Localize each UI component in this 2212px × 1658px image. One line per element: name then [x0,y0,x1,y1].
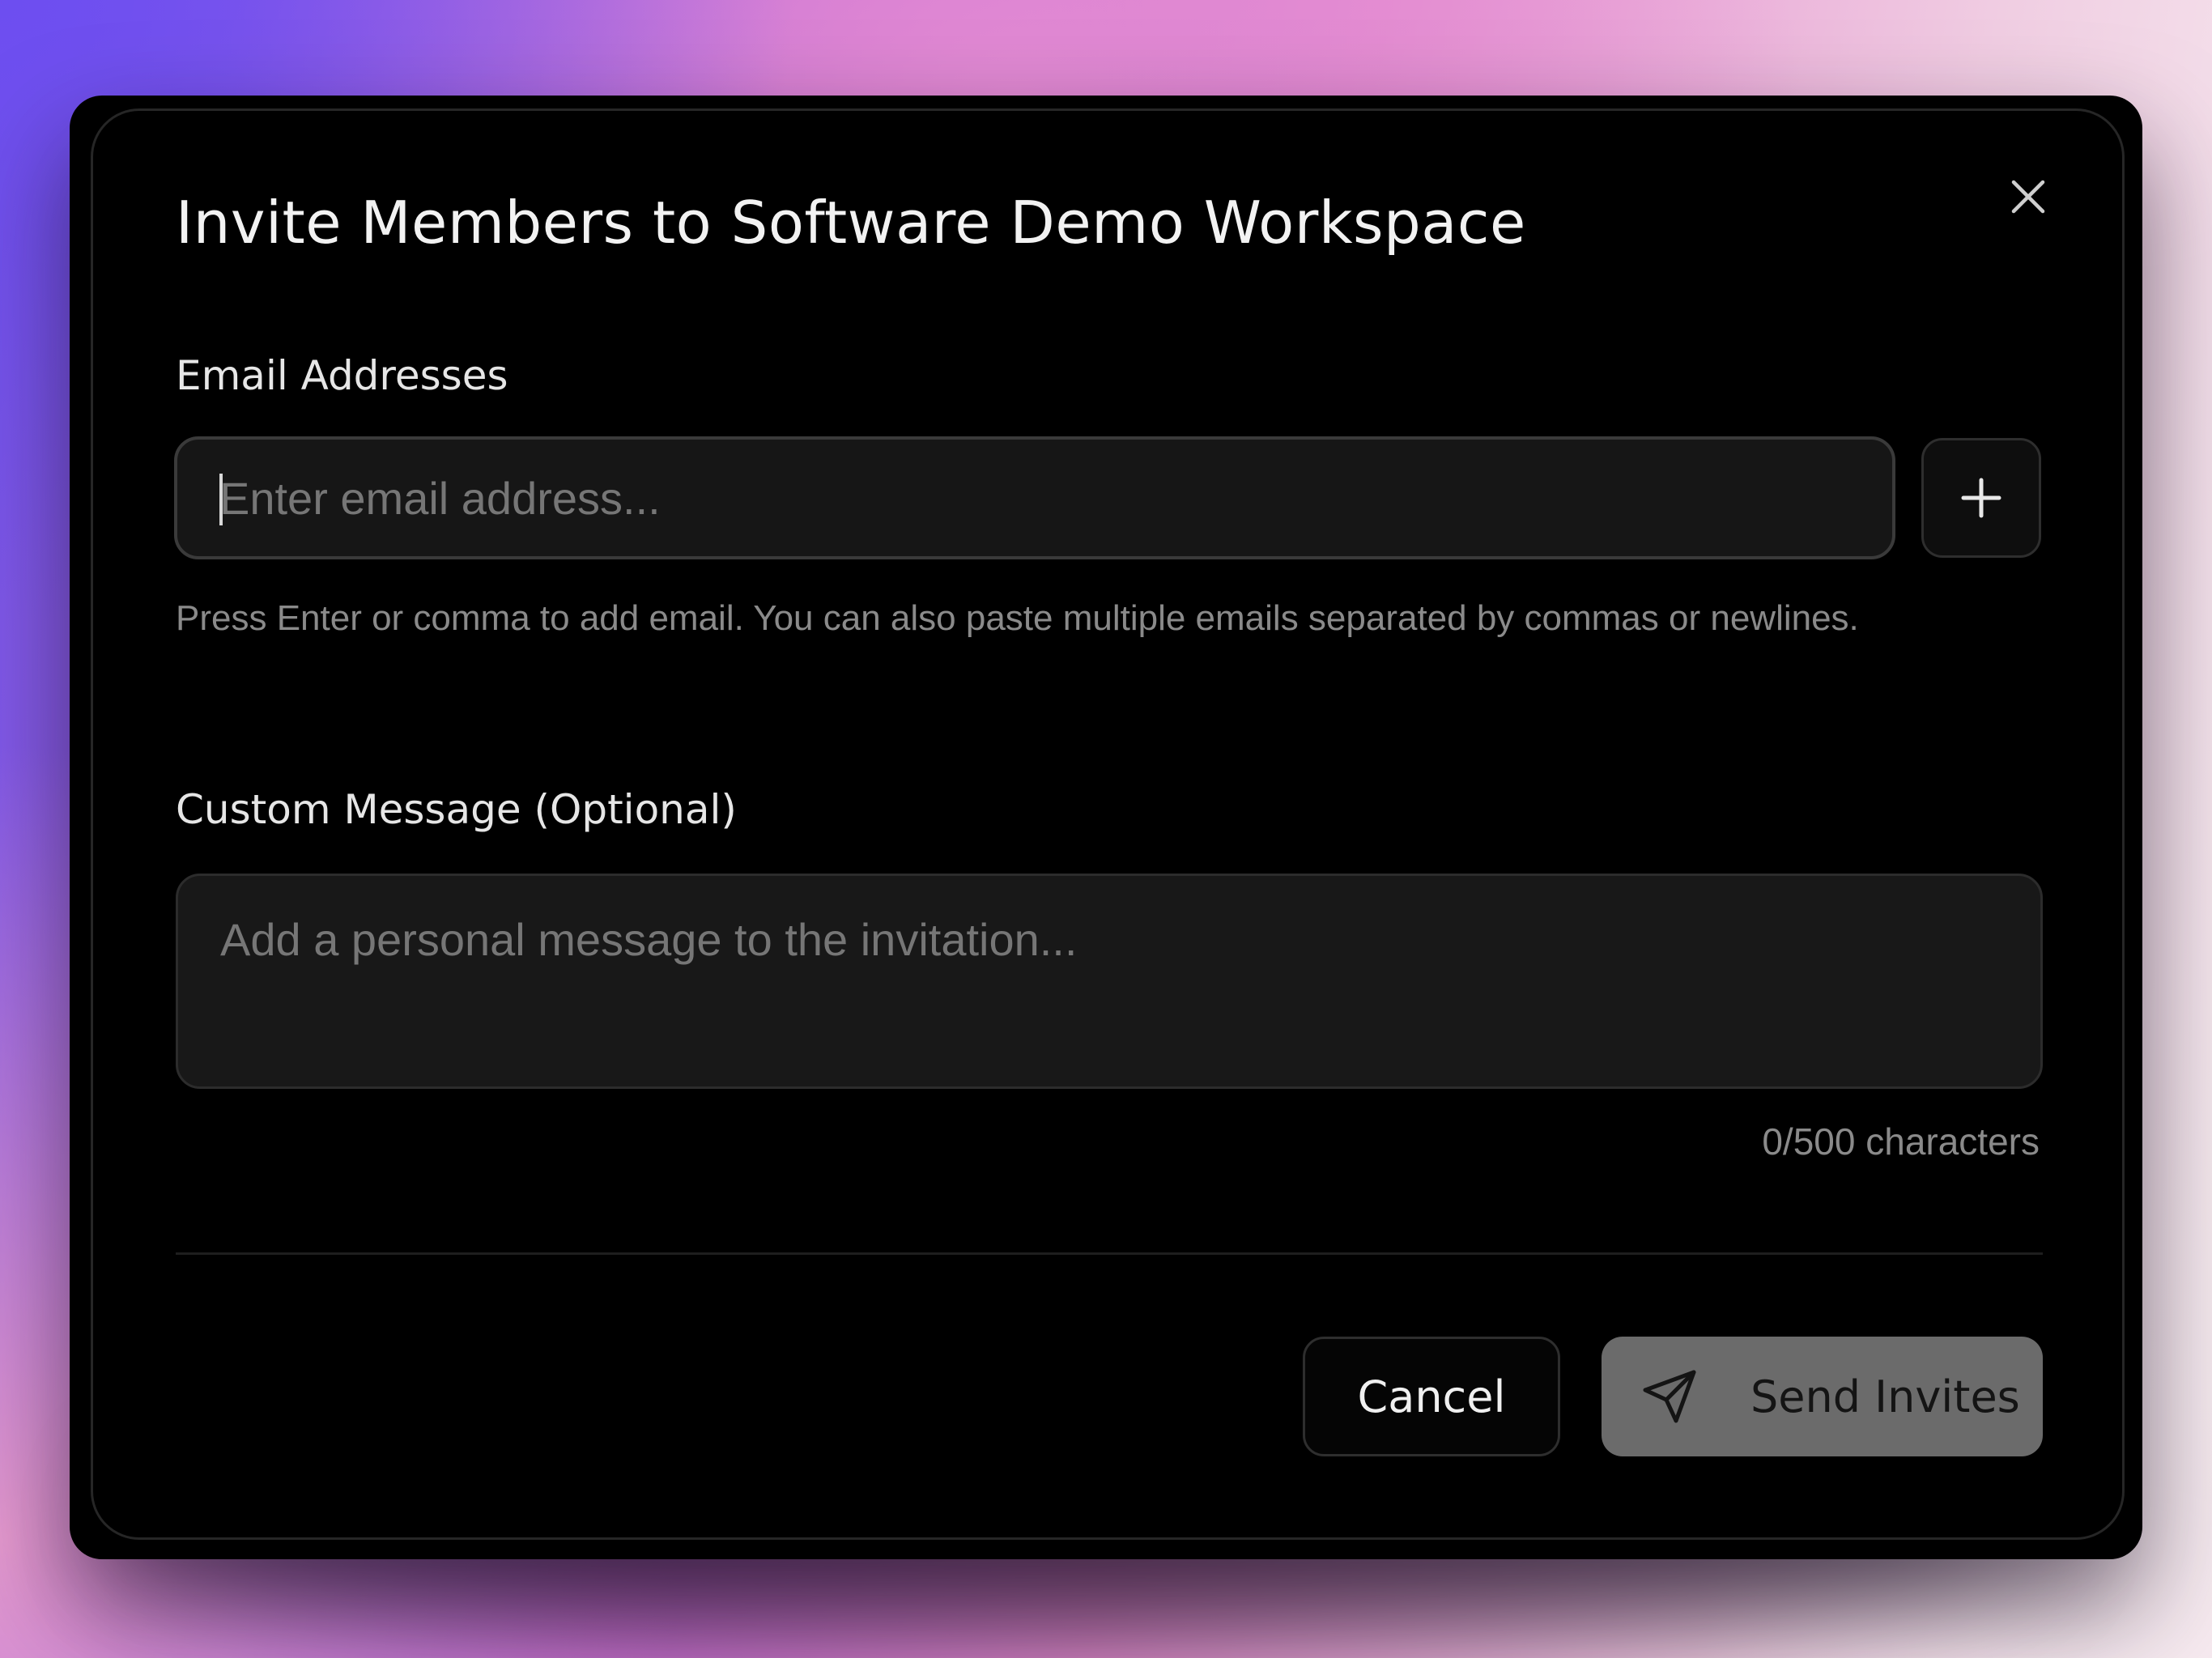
character-count: 0/500 characters [1762,1120,2040,1163]
email-hint-text: Press Enter or comma to add email. You c… [176,598,1859,638]
close-icon [2011,180,2045,214]
send-invites-label: Send Invites [1750,1371,2020,1422]
text-cursor [219,474,223,525]
invite-members-dialog: Invite Members to Software Demo Workspac… [91,108,2125,1540]
send-icon [1642,1369,1697,1424]
add-email-button[interactable] [1921,438,2041,558]
send-invites-button[interactable]: Send Invites [1602,1337,2043,1456]
email-addresses-label: Email Addresses [176,352,508,399]
custom-message-textarea[interactable] [176,874,2043,1089]
custom-message-label: Custom Message (Optional) [176,786,737,833]
close-button[interactable] [1994,163,2062,231]
email-input[interactable] [174,436,1895,559]
plus-icon [1961,478,2001,518]
footer-divider [176,1252,2043,1255]
dialog-title: Invite Members to Software Demo Workspac… [176,189,1526,257]
cancel-button[interactable]: Cancel [1303,1337,1560,1456]
